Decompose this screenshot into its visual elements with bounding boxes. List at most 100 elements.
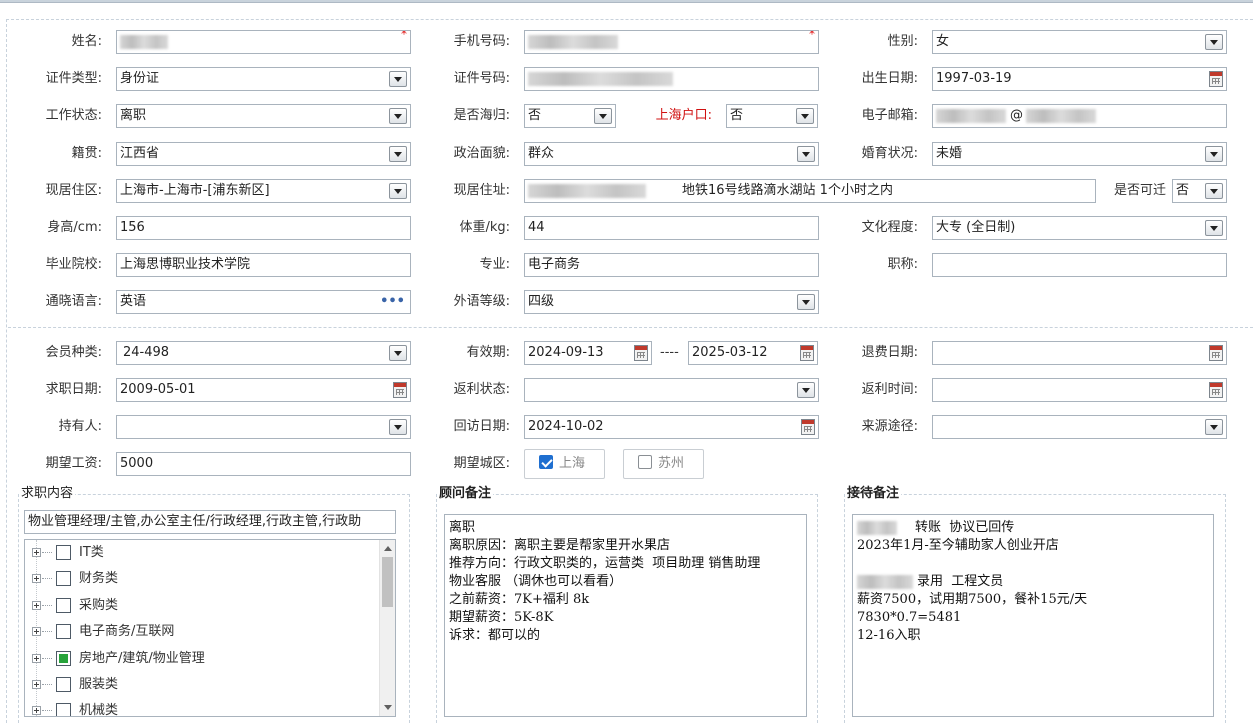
expand-plus-icon[interactable] — [32, 574, 41, 583]
city-option-shanghai[interactable]: 上海 — [524, 449, 605, 479]
gender-label: 性别: — [887, 34, 918, 49]
height-input[interactable]: 156 — [116, 216, 411, 240]
expand-plus-icon[interactable] — [32, 654, 41, 663]
native-place-select[interactable]: 江西省 — [116, 142, 411, 166]
relocatable-select[interactable]: 否 — [1172, 179, 1227, 203]
note-line: 2023年1月-至今辅助家人创业开店 — [857, 538, 1059, 553]
work-status-value: 离职 — [120, 108, 147, 123]
id-type-label: 证件类型: — [45, 71, 102, 86]
expand-plus-icon[interactable] — [32, 680, 41, 689]
chevron-down-icon[interactable] — [797, 146, 815, 162]
language-input[interactable]: 英语 ••• — [116, 290, 411, 314]
chevron-down-icon[interactable] — [389, 146, 407, 162]
weight-value: 44 — [528, 220, 545, 235]
note-line: 录用 工程文员 — [857, 573, 1209, 591]
calendar-icon[interactable] — [800, 345, 814, 361]
chevron-down-icon[interactable] — [389, 345, 407, 361]
tree-checkbox[interactable] — [56, 677, 71, 692]
tree-checkbox-partial[interactable] — [56, 651, 71, 666]
calendar-icon[interactable] — [1209, 71, 1223, 87]
more-dots-icon[interactable]: ••• — [380, 291, 405, 313]
chevron-down-icon[interactable] — [797, 294, 815, 310]
expected-city-label: 期望城区: — [453, 456, 510, 471]
school-input[interactable]: 上海思博职业技术学院 — [116, 253, 411, 277]
calendar-icon[interactable] — [393, 382, 407, 398]
chevron-down-icon[interactable] — [1205, 183, 1223, 199]
chevron-down-icon[interactable] — [1205, 419, 1223, 435]
tree-checkbox[interactable] — [56, 598, 71, 613]
chevron-down-icon[interactable] — [389, 108, 407, 124]
reception-notes-textarea[interactable]: 转账 协议已回传 2023年1月-至今辅助家人创业开店 录用 工程文员 薪资7500… — [852, 514, 1214, 717]
tree-checkbox[interactable] — [56, 703, 71, 716]
chevron-down-icon[interactable] — [796, 108, 814, 124]
language-level-select[interactable]: 四级 — [524, 290, 819, 314]
member-type-select[interactable]: 24-498 — [116, 341, 411, 365]
consultant-notes-textarea[interactable]: 离职 离职原因：离职主要是帮家里开水果店 推荐方向：行政文职类的，运营类 项目助理 … — [444, 514, 807, 717]
education-select[interactable]: 大专 (全日制) — [932, 216, 1227, 240]
tree-checkbox[interactable] — [56, 571, 71, 586]
scroll-down-icon[interactable] — [384, 705, 392, 710]
valid-end-input[interactable]: 2025-03-12 — [688, 341, 818, 365]
chevron-down-icon[interactable] — [389, 419, 407, 435]
visit-date-input[interactable]: 2024-10-02 — [524, 415, 819, 439]
tree-scrollbar[interactable] — [379, 540, 395, 716]
source-select[interactable] — [932, 415, 1227, 439]
work-status-select[interactable]: 离职 — [116, 104, 411, 128]
returnee-select[interactable]: 否 — [524, 104, 616, 128]
residence-area-select[interactable]: 上海市-上海市-[浦东新区] — [116, 179, 411, 203]
major-label: 专业: — [479, 257, 510, 272]
chevron-down-icon[interactable] — [1205, 220, 1223, 236]
weight-input[interactable]: 44 — [524, 216, 819, 240]
shanghai-hukou-select[interactable]: 否 — [726, 104, 818, 128]
valid-start-input[interactable]: 2024-09-13 — [524, 341, 652, 365]
expand-plus-icon[interactable] — [32, 627, 41, 636]
rebate-time-input[interactable] — [932, 378, 1227, 402]
refund-date-input[interactable] — [932, 341, 1227, 365]
political-status-select[interactable]: 群众 — [524, 142, 819, 166]
name-input[interactable]: * — [116, 30, 411, 54]
expand-plus-icon[interactable] — [32, 601, 41, 610]
tree-checkbox[interactable] — [56, 624, 71, 639]
checkbox-unchecked-icon[interactable] — [638, 455, 652, 469]
calendar-icon[interactable] — [1209, 382, 1223, 398]
redacted-company — [857, 574, 913, 589]
chevron-down-icon[interactable] — [389, 71, 407, 87]
job-content-summary[interactable]: 物业管理经理/主管,办公室主任/行政经理,行政主管,行政助 — [24, 510, 396, 534]
expand-plus-icon[interactable] — [32, 548, 41, 557]
title-input[interactable] — [932, 253, 1227, 277]
calendar-icon[interactable] — [1209, 345, 1223, 361]
language-level-value: 四级 — [528, 294, 555, 309]
checkbox-checked-icon[interactable] — [539, 455, 553, 469]
id-number-input[interactable] — [524, 67, 819, 91]
chevron-down-icon[interactable] — [594, 108, 612, 124]
refund-date-label: 退费日期: — [861, 345, 918, 360]
birth-date-input[interactable]: 1997-03-19 — [932, 67, 1227, 91]
scroll-up-icon[interactable] — [384, 546, 392, 551]
id-type-select[interactable]: 身份证 — [116, 67, 411, 91]
email-input[interactable]: @ — [932, 104, 1227, 128]
residence-address-value: 地铁16号线路滴水湖站 1个小时之内 — [682, 183, 893, 198]
expected-salary-input[interactable]: 5000 — [116, 452, 411, 476]
tree-item-label: 房地产/建筑/物业管理 — [79, 651, 205, 666]
chevron-down-icon[interactable] — [1205, 146, 1223, 162]
chevron-down-icon[interactable] — [1205, 34, 1223, 50]
scroll-thumb[interactable] — [382, 557, 393, 607]
holder-select[interactable] — [116, 415, 411, 439]
birth-date-label: 出生日期: — [861, 71, 918, 86]
tree-checkbox[interactable] — [56, 545, 71, 560]
expand-plus-icon[interactable] — [32, 706, 41, 715]
calendar-icon[interactable] — [634, 345, 648, 361]
marital-status-select[interactable]: 未婚 — [932, 142, 1227, 166]
member-type-label: 会员种类: — [45, 345, 102, 360]
chevron-down-icon[interactable] — [797, 382, 815, 398]
gender-select[interactable]: 女 — [932, 30, 1227, 54]
city-option-suzhou[interactable]: 苏州 — [623, 449, 704, 479]
job-seek-date-input[interactable]: 2009-05-01 — [116, 378, 411, 402]
phone-input[interactable]: * — [524, 30, 819, 54]
note-line: 7830*0.7=5481 — [857, 610, 962, 625]
calendar-icon[interactable] — [801, 419, 815, 435]
chevron-down-icon[interactable] — [389, 183, 407, 199]
residence-address-input[interactable]: 地铁16号线路滴水湖站 1个小时之内 — [524, 179, 1096, 203]
rebate-status-select[interactable] — [524, 378, 819, 402]
major-input[interactable]: 电子商务 — [524, 253, 819, 277]
